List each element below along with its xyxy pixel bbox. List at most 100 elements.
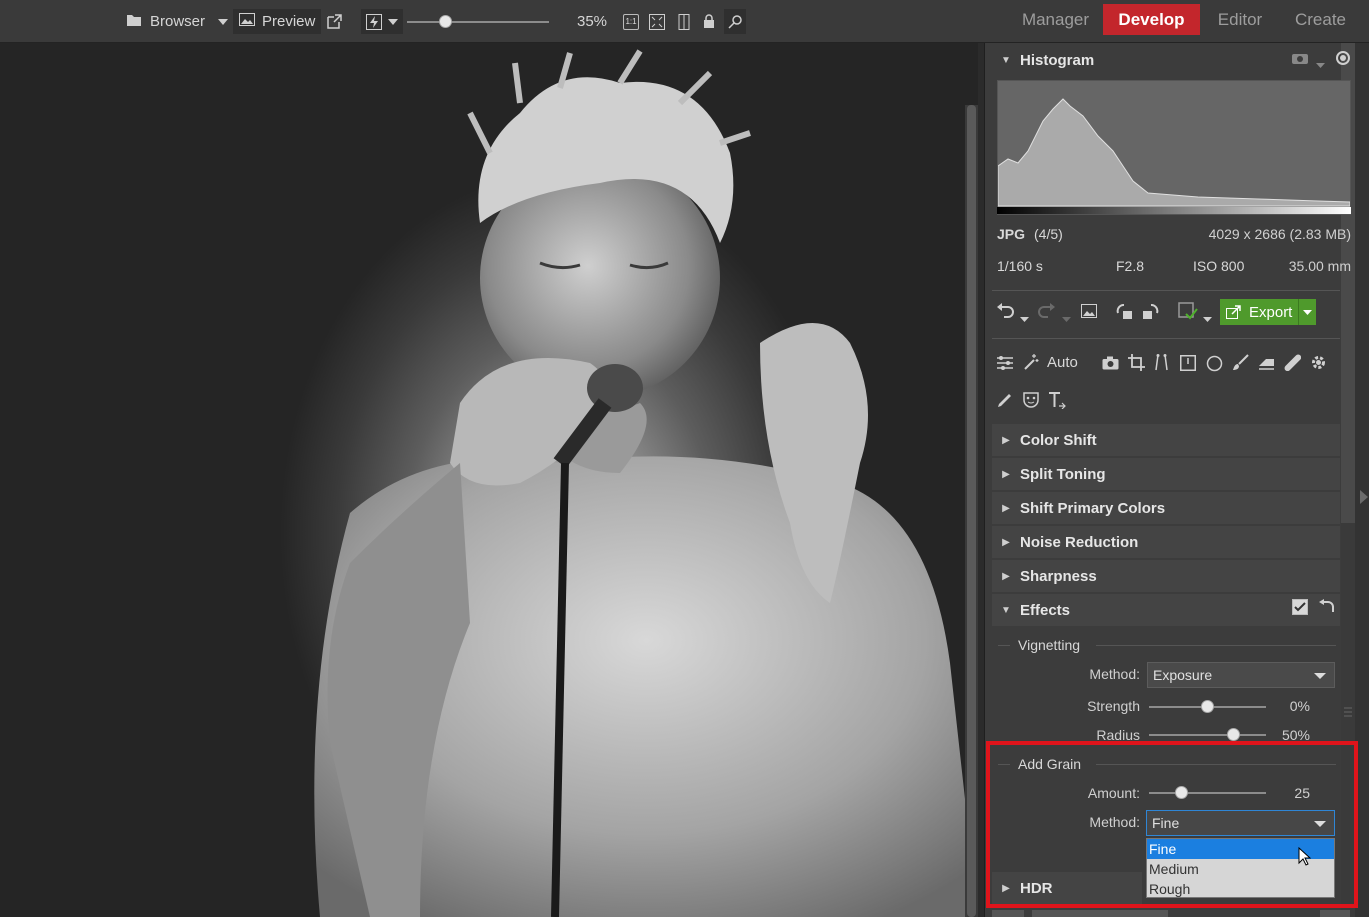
tab-editor[interactable]: Editor [1200, 4, 1280, 35]
section-title: Effects [1020, 601, 1071, 619]
sliders-icon [997, 356, 1013, 370]
loupe-button[interactable] [724, 9, 746, 34]
chevron-down-icon[interactable] [1316, 55, 1325, 71]
save-icon [1178, 302, 1198, 320]
browser-dropdown-arrow[interactable] [218, 0, 228, 43]
export-button[interactable]: Export [1220, 299, 1316, 325]
lock-icon [704, 14, 714, 28]
browser-button[interactable]: Browser [126, 0, 205, 43]
chevron-down-icon [218, 18, 228, 25]
resize-grip[interactable] [1344, 706, 1352, 720]
adjustments-button[interactable] [996, 355, 1014, 374]
triangle-right-icon: ▶ [1002, 570, 1010, 582]
redo-button[interactable] [1038, 303, 1056, 322]
histogram-graph [997, 80, 1351, 215]
check-icon [1294, 602, 1306, 612]
vignetting-method-label: Method: [1089, 666, 1140, 682]
triangle-down-icon: ▼ [1001, 54, 1011, 66]
bottom-tab[interactable] [992, 910, 1024, 917]
settings-icon[interactable] [1336, 51, 1350, 68]
mask-icon [1023, 392, 1039, 408]
open-external-button[interactable] [327, 0, 342, 43]
zoom-slider[interactable] [407, 21, 549, 23]
effects-reset-button[interactable] [1318, 599, 1334, 616]
auto-button[interactable]: Auto [1022, 353, 1078, 371]
image-icon [1081, 304, 1097, 318]
chevron-down-icon[interactable] [1203, 309, 1212, 325]
healing-tool-button[interactable] [1284, 354, 1302, 374]
radius-slider[interactable] [1149, 734, 1266, 736]
fit-screen-button[interactable] [648, 9, 666, 34]
preview-button[interactable]: Preview [233, 9, 322, 34]
camera-tool-button[interactable] [1102, 356, 1119, 373]
quick-fix-button[interactable] [361, 9, 403, 34]
radius-slider-knob[interactable] [1226, 728, 1240, 741]
zoom-slider-knob[interactable] [438, 15, 452, 28]
export-icon [1226, 305, 1241, 319]
vignetting-title: Vignetting [1018, 637, 1081, 653]
crop-tool-button[interactable] [1128, 354, 1145, 374]
noise-reduction-section[interactable]: ▶ Noise Reduction [992, 526, 1340, 558]
histogram-title: Histogram [1020, 51, 1095, 69]
chevron-down-icon[interactable] [1303, 310, 1312, 315]
strength-label: Strength [1087, 698, 1140, 714]
face-tool-button[interactable] [1022, 391, 1040, 412]
radial-filter-button[interactable] [1206, 355, 1223, 375]
tab-create[interactable]: Create [1283, 4, 1358, 35]
sharpness-section[interactable]: ▶ Sharpness [992, 560, 1340, 592]
tab-develop[interactable]: Develop [1103, 4, 1200, 35]
vignetting-method-select[interactable]: Exposure [1147, 662, 1335, 688]
effects-section[interactable]: ▼ Effects [992, 594, 1340, 626]
fit-screen-icon [649, 13, 665, 30]
chevron-down-icon[interactable] [1020, 309, 1029, 325]
histogram-header[interactable]: ▼ Histogram [992, 44, 1340, 76]
tab-manager[interactable]: Manager [1008, 4, 1103, 35]
photo-scrollbar-thumb[interactable] [967, 105, 976, 917]
shift-primary-colors-section[interactable]: ▶ Shift Primary Colors [992, 492, 1340, 524]
zoom-1to1-button[interactable]: 1:1 [622, 9, 640, 34]
magic-wand-icon [1024, 354, 1039, 370]
brush-tool-button[interactable] [1232, 354, 1249, 374]
undo-button[interactable] [996, 303, 1014, 322]
effects-enable-checkbox[interactable] [1292, 599, 1308, 615]
section-title: Split Toning [1020, 465, 1106, 483]
strength-slider-knob[interactable] [1201, 700, 1214, 713]
eraser-tool-button[interactable] [1258, 356, 1275, 373]
clone-stamp-button[interactable] [996, 392, 1013, 412]
compare-icon [678, 13, 690, 30]
chevron-down-icon[interactable] [1062, 309, 1071, 325]
chevron-down-icon [1314, 673, 1326, 679]
photo-scrollbar[interactable] [965, 105, 978, 917]
circle-icon [1206, 355, 1223, 372]
rotate-left-button[interactable] [1116, 303, 1134, 323]
text-tool-button[interactable] [1048, 391, 1066, 412]
gear-icon [1312, 356, 1325, 369]
lock-button[interactable] [701, 9, 717, 34]
auto-label: Auto [1047, 353, 1078, 371]
image-info-button[interactable] [1081, 304, 1097, 321]
bottom-tab[interactable] [1032, 910, 1168, 917]
bottom-tab[interactable] [1320, 910, 1350, 917]
rotate-right-button[interactable] [1141, 303, 1159, 323]
image-icon [239, 13, 255, 30]
compare-button[interactable] [675, 9, 693, 34]
chevron-right-icon [1360, 490, 1368, 504]
camera-icon[interactable] [1292, 51, 1308, 67]
gradient-filter-button[interactable] [1180, 355, 1196, 374]
triangle-right-icon: ▶ [1002, 468, 1010, 480]
pen-icon [998, 394, 1011, 407]
browser-label: Browser [150, 13, 206, 30]
perspective-tool-button[interactable] [1153, 354, 1170, 374]
preview-label: Preview [262, 13, 316, 30]
one-to-one-icon: 1:1 [623, 13, 639, 30]
split-toning-section[interactable]: ▶ Split Toning [992, 458, 1340, 490]
loupe-icon [728, 14, 742, 29]
settings-button[interactable] [1310, 354, 1327, 374]
section-title: Sharpness [1020, 567, 1097, 585]
divider [992, 338, 1340, 339]
color-shift-section[interactable]: ▶ Color Shift [992, 424, 1340, 456]
chevron-down-icon [388, 18, 398, 25]
save-button[interactable] [1178, 302, 1198, 323]
photo-canvas[interactable] [0, 43, 978, 917]
divider [1096, 645, 1336, 646]
